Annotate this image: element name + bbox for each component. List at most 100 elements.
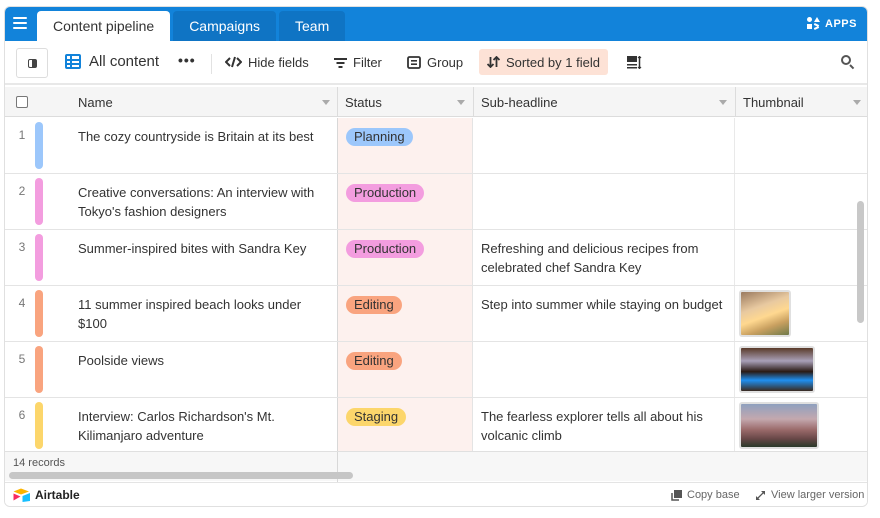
sort-button[interactable]: Sorted by 1 field — [479, 49, 608, 75]
thumbnail-cell[interactable] — [735, 174, 867, 229]
status-badge: Planning — [346, 128, 413, 146]
table-row[interactable]: 2 Creative conversations: An interview wi… — [5, 174, 867, 230]
column-menu-caret-icon[interactable] — [853, 100, 861, 105]
view-switcher[interactable]: All content — [65, 53, 159, 70]
name-cell[interactable]: Summer-inspired bites with Sandra Key — [70, 230, 338, 285]
status-badge: Production — [346, 240, 425, 258]
row-number: 6 — [18, 408, 26, 422]
sub-headline-cell[interactable] — [473, 342, 735, 397]
filter-button[interactable]: Filter — [326, 49, 390, 75]
row-color-bar — [35, 234, 43, 281]
name-cell[interactable]: Poolside views — [70, 342, 338, 397]
vertical-scrollbar[interactable] — [857, 201, 864, 323]
sort-icon — [487, 56, 500, 68]
search-icon[interactable] — [841, 55, 855, 70]
view-larger-link[interactable]: View larger version — [755, 489, 864, 501]
column-header-thumbnail[interactable]: Thumbnail — [735, 87, 867, 117]
grid-header: Name Status Sub-headline Thumbnail — [5, 87, 867, 117]
copy-base-label: Copy base — [687, 489, 740, 501]
record-count: 14 records — [13, 457, 65, 469]
row-number: 2 — [18, 184, 26, 198]
thumbnail-cell[interactable] — [735, 342, 867, 397]
status-cell[interactable]: Planning — [337, 118, 473, 173]
tab-campaigns[interactable]: Campaigns — [173, 11, 277, 41]
sub-headline-cell[interactable]: The fearless explorer tells all about hi… — [473, 398, 735, 453]
embedded-base-frame: Content pipeline Campaigns Team APPS All… — [4, 6, 868, 507]
row-color-bar — [35, 346, 43, 393]
thumbnail-cell[interactable] — [735, 286, 867, 341]
copy-base-link[interactable]: Copy base — [671, 489, 740, 501]
row-number: 1 — [18, 128, 26, 142]
sidebar-icon — [27, 58, 37, 68]
column-label: Thumbnail — [743, 94, 804, 110]
name-cell[interactable]: The cozy countryside is Britain at its b… — [70, 118, 338, 173]
records-grid: Name Status Sub-headline Thumbnail 1 The … — [5, 87, 867, 454]
sub-headline-cell[interactable]: Refreshing and delicious recipes from ce… — [473, 230, 735, 285]
group-label: Group — [427, 54, 464, 70]
column-label: Sub-headline — [481, 94, 558, 110]
sub-headline-cell[interactable]: Step into summer while staying on budget — [473, 286, 735, 341]
sub-headline-cell[interactable] — [473, 118, 735, 173]
copy-icon — [671, 489, 682, 501]
column-menu-caret-icon[interactable] — [719, 100, 727, 105]
table-row[interactable]: 5 Poolside views Editing — [5, 342, 867, 398]
table-row[interactable]: 3 Summer-inspired bites with Sandra Key Pr… — [5, 230, 867, 286]
group-button[interactable]: Group — [399, 49, 471, 75]
status-cell[interactable]: Staging — [337, 398, 473, 453]
view-more-button[interactable]: ••• — [178, 53, 196, 67]
mountain-photo[interactable] — [739, 402, 819, 449]
sort-label: Sorted by 1 field — [506, 54, 600, 70]
row-number: 4 — [18, 296, 26, 310]
filter-icon — [334, 57, 347, 68]
table-row[interactable]: 6 Interview: Carlos Richardson's Mt. Kili… — [5, 398, 867, 454]
row-color-bar — [35, 178, 43, 225]
select-all-checkbox[interactable] — [16, 96, 28, 108]
view-larger-label: View larger version — [771, 489, 865, 501]
apps-icon — [807, 17, 821, 30]
table-row[interactable]: 4 11 summer inspired beach looks under $1… — [5, 286, 867, 342]
row-height-icon — [627, 55, 642, 69]
hide-fields-button[interactable]: Hide fields — [217, 49, 317, 75]
row-color-bar — [35, 402, 43, 449]
status-badge: Editing — [346, 352, 402, 370]
thumbnail-cell[interactable] — [735, 230, 867, 285]
table-tabs: Content pipeline Campaigns Team — [37, 11, 346, 41]
status-cell[interactable]: Editing — [337, 342, 473, 397]
poolside-photo[interactable] — [739, 346, 815, 393]
horizontal-scrollbar[interactable] — [9, 472, 353, 479]
tab-team[interactable]: Team — [279, 11, 346, 41]
name-cell[interactable]: 11 summer inspired beach looks under $10… — [70, 286, 338, 341]
thumbnail-cell[interactable] — [735, 118, 867, 173]
status-badge: Production — [346, 184, 425, 202]
tab-content-pipeline[interactable]: Content pipeline — [37, 11, 171, 41]
thumbnail-cell[interactable] — [735, 398, 867, 453]
column-header-sub-headline[interactable]: Sub-headline — [473, 87, 735, 117]
sidebar-toggle-button[interactable] — [16, 48, 48, 78]
hamburger-menu-icon[interactable] — [11, 15, 29, 33]
row-color-bar — [35, 122, 43, 169]
top-bar: Content pipeline Campaigns Team APPS — [5, 7, 867, 41]
status-cell[interactable]: Editing — [337, 286, 473, 341]
hide-fields-label: Hide fields — [248, 54, 309, 70]
row-number: 3 — [18, 240, 26, 254]
row-height-button[interactable] — [619, 49, 650, 75]
column-header-status[interactable]: Status — [337, 87, 473, 117]
brand-label: Airtable — [35, 488, 80, 502]
column-header-name[interactable]: Name — [70, 87, 338, 117]
status-cell[interactable]: Production — [337, 230, 473, 285]
status-cell[interactable]: Production — [337, 174, 473, 229]
column-menu-caret-icon[interactable] — [322, 100, 330, 105]
apps-label: APPS — [825, 17, 857, 30]
beach-hat-photo[interactable] — [739, 290, 791, 337]
name-cell[interactable]: Creative conversations: An interview wit… — [70, 174, 338, 229]
group-icon — [407, 55, 421, 69]
apps-button[interactable]: APPS — [807, 17, 857, 30]
table-row[interactable]: 1 The cozy countryside is Britain at its … — [5, 118, 867, 174]
row-number: 5 — [18, 352, 26, 366]
name-cell[interactable]: Interview: Carlos Richardson's Mt. Kilim… — [70, 398, 338, 453]
sub-headline-cell[interactable] — [473, 174, 735, 229]
row-color-bar — [35, 290, 43, 337]
column-menu-caret-icon[interactable] — [457, 100, 465, 105]
airtable-brand-link[interactable]: Airtable — [13, 488, 80, 502]
view-toolbar: All content ••• Hide fields Filter Group… — [5, 41, 867, 85]
